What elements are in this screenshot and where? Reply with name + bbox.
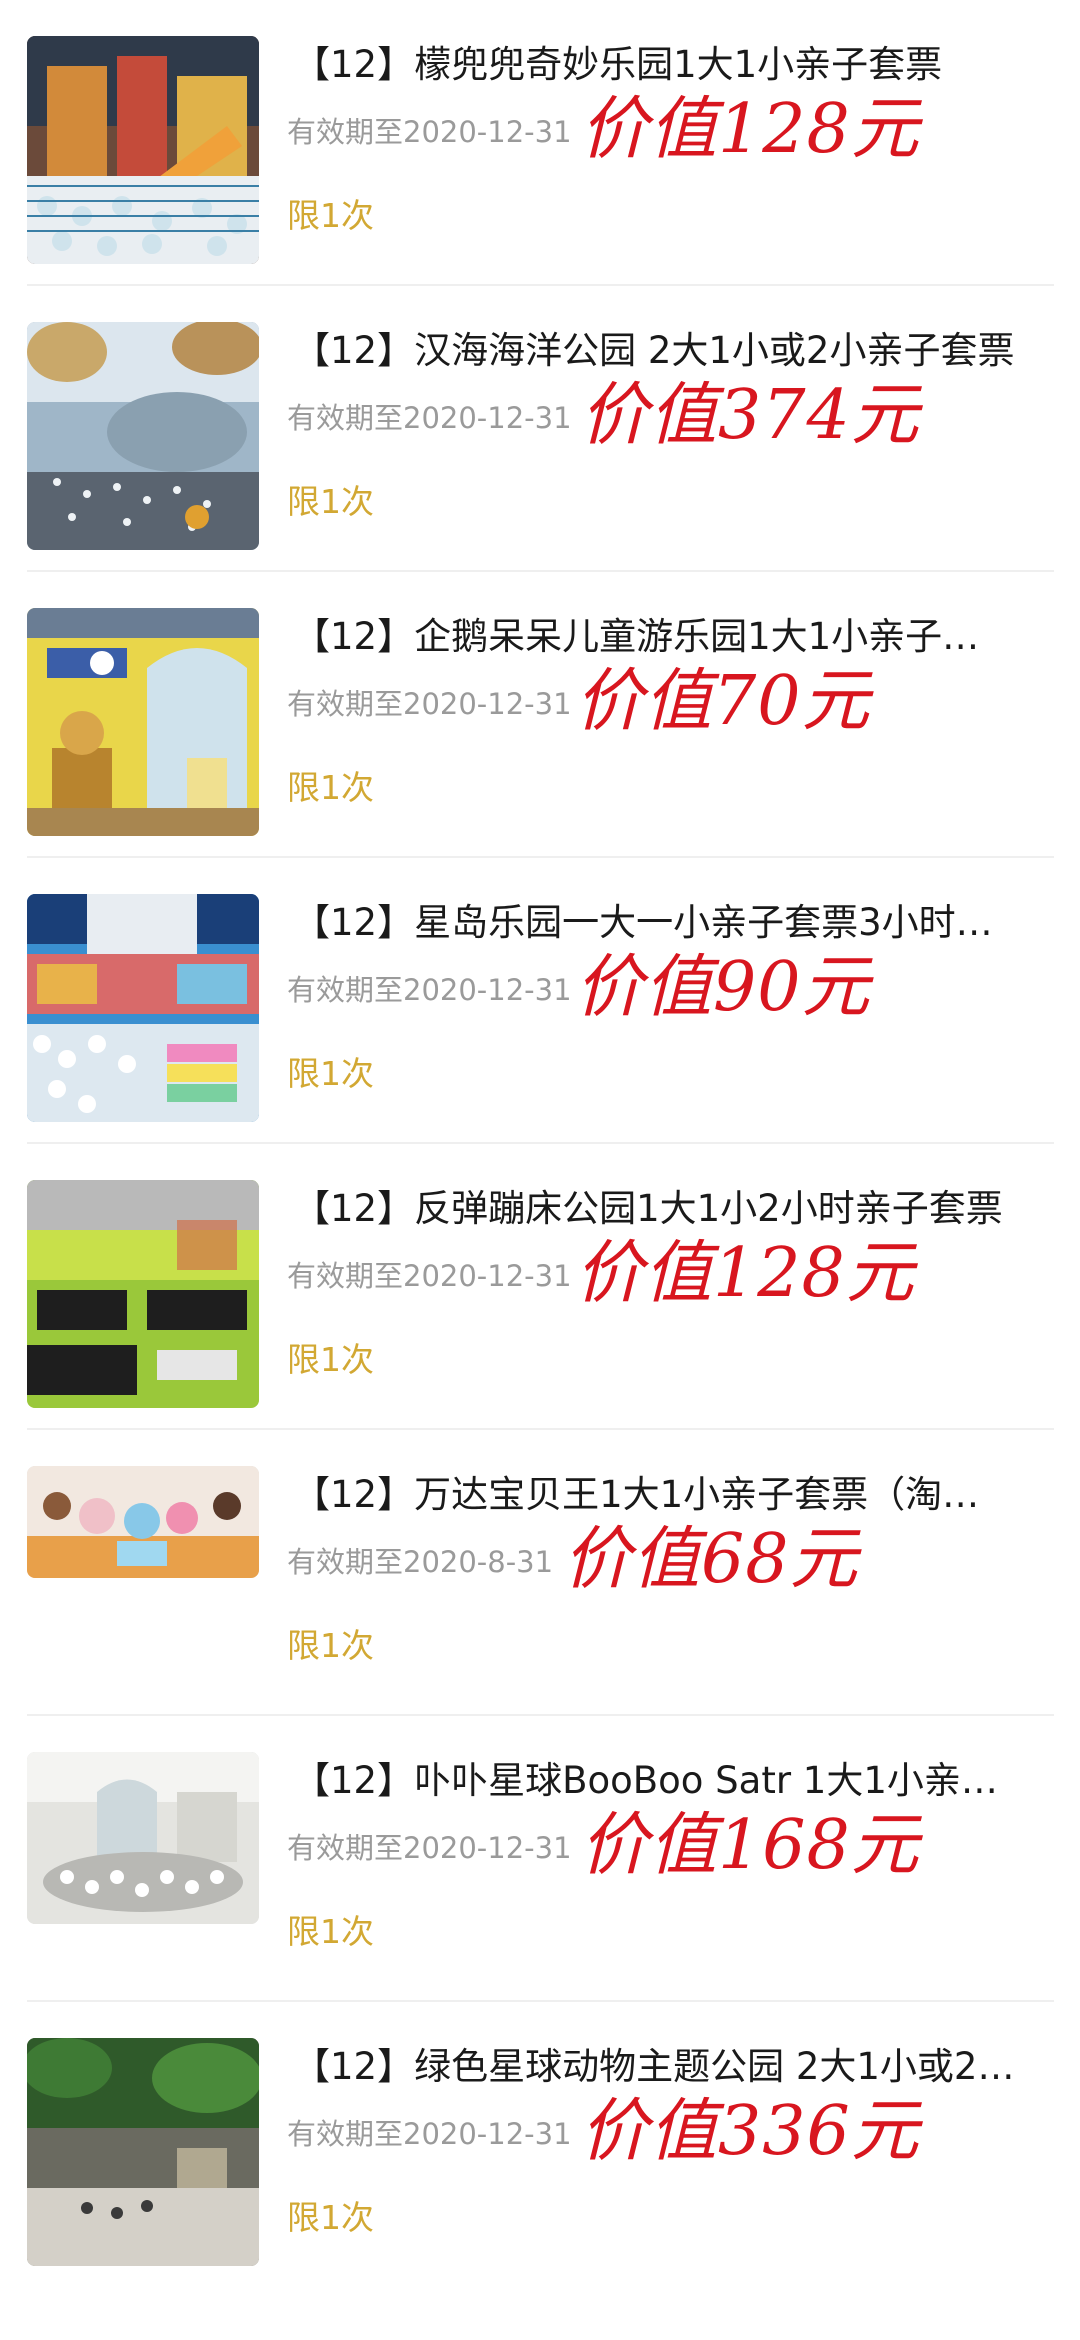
ticket-expiry: 有效期至2020-12-31 [287,401,572,435]
ticket-expiry: 有效期至2020-8-31 [287,1545,554,1579]
ticket-limit: 限1次 [287,196,374,235]
ticket-item[interactable]: 【12】星岛乐园一大一小亲子套票3小时… 有效期至2020-12-31 价值90… [0,858,1080,1144]
ticket-limit: 限1次 [287,2198,374,2237]
ticket-value: 价值128元 [580,90,920,169]
indoor-playground-photo-icon[interactable] [27,36,259,264]
trampoline-park-photo-icon[interactable] [27,1180,259,1408]
ticket-limit: 限1次 [287,1626,374,1665]
ticket-expiry: 有效期至2020-12-31 [287,1831,572,1865]
ticket-limit: 限1次 [287,482,374,521]
ticket-title[interactable]: 【12】企鹅呆呆儿童游乐园1大1小亲子… [293,612,1053,662]
ticket-value: 价值128元 [575,1234,915,1313]
ticket-item[interactable]: 【12】檬兜兜奇妙乐园1大1小亲子套票 有效期至2020-12-31 价值128… [0,0,1080,286]
ticket-item[interactable]: 【12】反弹蹦床公园1大1小2小时亲子套票 有效期至2020-12-31 价值1… [0,1144,1080,1430]
animal-theme-park-photo-icon[interactable] [27,2038,259,2266]
ticket-title[interactable]: 【12】卟卟星球BooBoo Satr 1大1小亲… [293,1756,1053,1806]
ticket-item[interactable]: 【12】企鹅呆呆儿童游乐园1大1小亲子… 有效期至2020-12-31 价值70… [0,572,1080,858]
ticket-item[interactable]: 【12】绿色星球动物主题公园 2大1小或2… 有效期至2020-12-31 价值… [0,2002,1080,2288]
ticket-value: 价值336元 [580,2092,920,2171]
kids-plush-toys-photo-icon[interactable] [27,1466,259,1578]
ticket-title[interactable]: 【12】檬兜兜奇妙乐园1大1小亲子套票 [293,40,1053,90]
ticket-item[interactable]: 【12】汉海海洋公园 2大1小或2小亲子套票 有效期至2020-12-31 价值… [0,286,1080,572]
ticket-expiry: 有效期至2020-12-31 [287,687,572,721]
ticket-value: 价值168元 [580,1806,920,1885]
ticket-title[interactable]: 【12】反弹蹦床公园1大1小2小时亲子套票 [293,1184,1053,1234]
ticket-expiry: 有效期至2020-12-31 [287,1259,572,1293]
ticket-value: 价值68元 [563,1520,859,1599]
ocean-park-photo-icon[interactable] [27,322,259,550]
ticket-title[interactable]: 【12】万达宝贝王1大1小亲子套票（淘… [293,1470,1053,1520]
ticket-limit: 限1次 [287,1912,374,1951]
ticket-limit: 限1次 [287,768,374,807]
ticket-item[interactable]: 【12】万达宝贝王1大1小亲子套票（淘… 有效期至2020-8-31 价值68元… [0,1430,1080,1716]
ticket-value: 价值70元 [575,662,871,741]
ticket-expiry: 有效期至2020-12-31 [287,2117,572,2151]
ticket-limit: 限1次 [287,1340,374,1379]
ball-pit-playground-photo-icon[interactable] [27,894,259,1122]
ticket-value: 价值90元 [575,948,871,1027]
white-ball-pit-photo-icon[interactable] [27,1752,259,1924]
ticket-limit: 限1次 [287,1054,374,1093]
ticket-title[interactable]: 【12】绿色星球动物主题公园 2大1小或2… [293,2042,1053,2092]
ticket-expiry: 有效期至2020-12-31 [287,115,572,149]
ticket-value: 价值374元 [580,376,920,455]
ticket-title[interactable]: 【12】汉海海洋公园 2大1小或2小亲子套票 [293,326,1053,376]
ticket-expiry: 有效期至2020-12-31 [287,973,572,1007]
ticket-item[interactable]: 【12】卟卟星球BooBoo Satr 1大1小亲… 有效期至2020-12-3… [0,1716,1080,2002]
penguin-playground-photo-icon[interactable] [27,608,259,836]
ticket-title[interactable]: 【12】星岛乐园一大一小亲子套票3小时… [293,898,1053,948]
